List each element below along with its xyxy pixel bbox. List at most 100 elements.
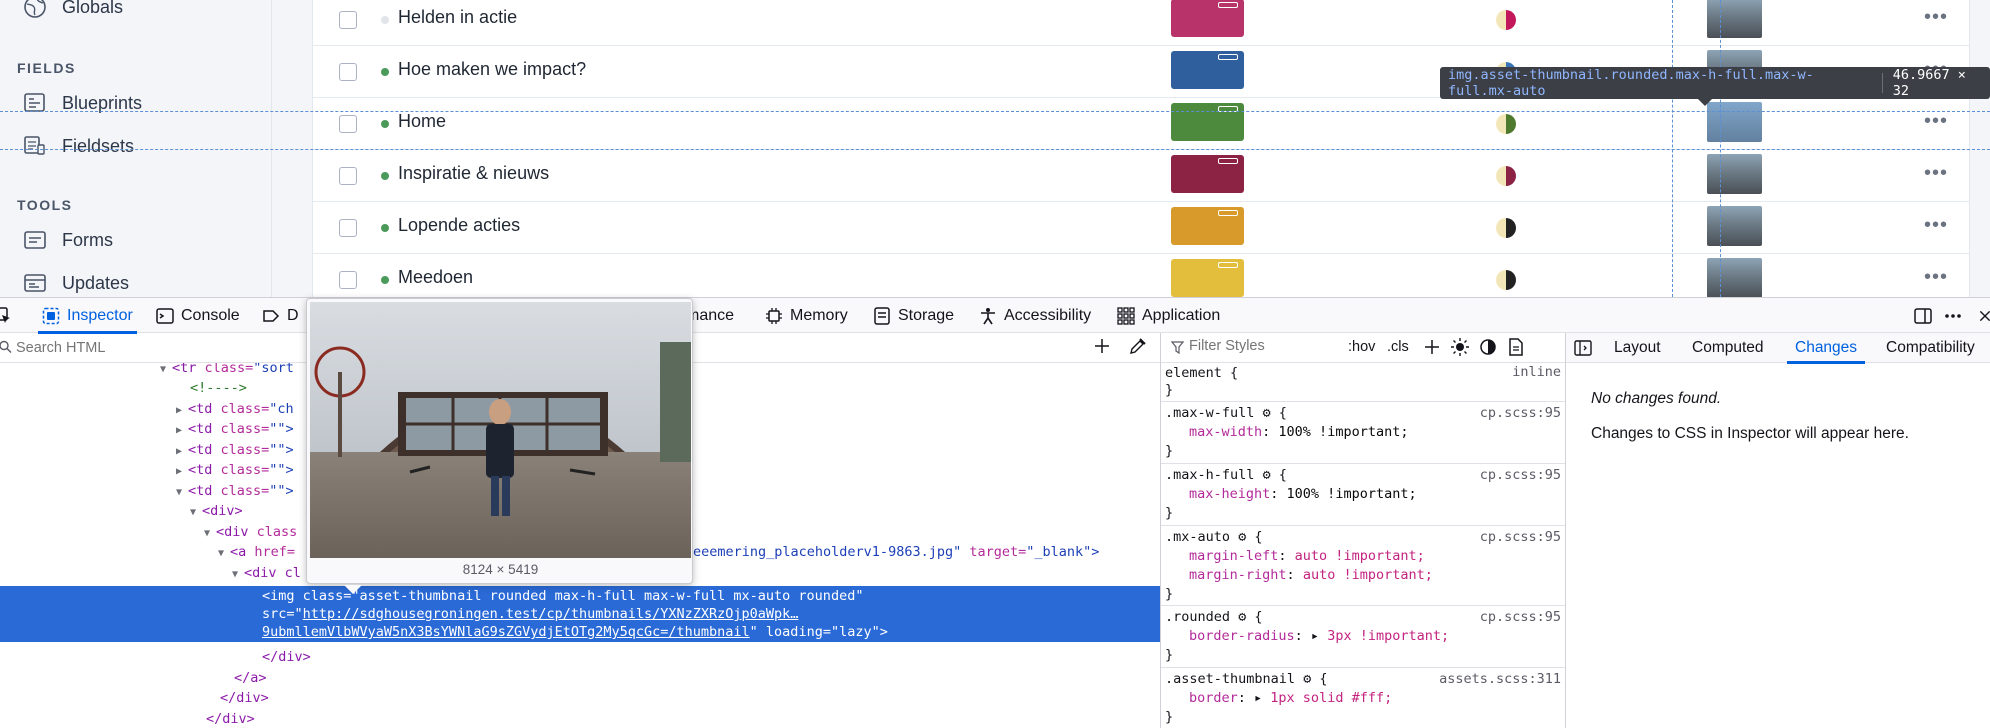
markup-close-div[interactable]: </div> (206, 709, 1160, 728)
asset-thumbnail[interactable] (1706, 101, 1763, 143)
tab-label: mance (686, 306, 735, 324)
sidebar-item-forms[interactable]: Forms (22, 229, 113, 251)
markup-close-div[interactable]: </div> (262, 647, 1160, 667)
table-row[interactable]: Inspiratie & nieuws ••• (313, 150, 1969, 202)
dark-scheme-button[interactable] (1479, 338, 1497, 361)
light-scheme-button[interactable] (1451, 338, 1469, 361)
sidebar-item-fieldsets[interactable]: Fieldsets (22, 135, 134, 157)
devtools-menu-button[interactable] (1944, 298, 1962, 333)
tab-label: Inspector (67, 306, 133, 324)
table-row[interactable]: Helden in actie ••• (313, 0, 1969, 46)
add-rule-button[interactable] (1423, 338, 1441, 361)
tab-debugger[interactable]: D (262, 298, 299, 333)
markup-close-div[interactable]: </div> (220, 688, 1160, 708)
featured-image-thumbnail[interactable] (1171, 155, 1244, 193)
asset-thumbnail[interactable] (1706, 0, 1763, 39)
asset-thumbnail[interactable] (1706, 257, 1763, 297)
rule-rounded[interactable]: .rounded ⚙ { cp.scss:95 border-radius: ▸… (1161, 606, 1565, 668)
markup-close-a[interactable]: </a> (234, 668, 1160, 688)
add-node-button[interactable] (1093, 335, 1111, 362)
tab-accessibility[interactable]: Accessibility (979, 298, 1091, 333)
fields-heading: FIELDS (17, 60, 76, 76)
highlight-guide-left (1672, 0, 1673, 297)
tab-changes[interactable]: Changes (1786, 333, 1866, 364)
asset-thumbnail[interactable] (1706, 153, 1763, 195)
tab-computed[interactable]: Computed (1692, 333, 1764, 363)
tab-compatibility[interactable]: Compatibility (1886, 333, 1975, 363)
print-simulation-button[interactable] (1507, 338, 1525, 361)
table-row[interactable]: Meedoen ••• (313, 254, 1969, 297)
row-actions-button[interactable]: ••• (1924, 266, 1948, 289)
featured-image-thumbnail[interactable] (1171, 51, 1244, 89)
row-checkbox[interactable] (339, 11, 357, 29)
tab-memory[interactable]: Memory (765, 298, 848, 333)
sidebar-item-updates[interactable]: Updates (22, 272, 129, 294)
rule-max-h-full[interactable]: .max-h-full ⚙ { cp.scss:95 max-height: 1… (1161, 464, 1565, 526)
table-row[interactable]: Lopende acties ••• (313, 202, 1969, 254)
row-checkbox[interactable] (339, 167, 357, 185)
markup-a-href-tail[interactable]: eeemering_placeholderv1-9863.jpg" target… (693, 542, 1160, 562)
close-icon (1976, 307, 1990, 325)
row-actions-button[interactable]: ••• (1924, 162, 1948, 185)
highlighter-infobar: img.asset-thumbnail.rounded.max-h-full.m… (1440, 67, 1990, 106)
contrast-icon (1480, 339, 1496, 355)
featured-image-thumbnail[interactable] (1171, 103, 1244, 141)
tab-storage[interactable]: Storage (873, 298, 954, 333)
rule-mx-auto[interactable]: .mx-auto ⚙ { cp.scss:95 margin-left: aut… (1161, 526, 1565, 606)
element-picker-button[interactable] (0, 298, 12, 333)
hov-toggle[interactable]: :hov (1348, 339, 1375, 355)
accessibility-icon (979, 307, 997, 325)
color-swatch-icon (1496, 218, 1516, 238)
row-checkbox[interactable] (339, 115, 357, 133)
row-checkbox[interactable] (339, 63, 357, 81)
row-actions-button[interactable]: ••• (1924, 6, 1948, 29)
dock-side-icon (1914, 307, 1932, 325)
rule-element[interactable]: element { inline } (1161, 363, 1565, 402)
tools-heading: TOOLS (17, 197, 73, 213)
sidebar-item-label: Globals (62, 0, 124, 17)
highlighter-dimensions: 46.9667 × 32 (1892, 67, 1966, 99)
dock-toggle-button[interactable] (1914, 298, 1932, 333)
table-row[interactable]: Home ••• (313, 98, 1969, 150)
pane-splitter[interactable] (1565, 333, 1566, 728)
cls-toggle[interactable]: .cls (1387, 339, 1409, 355)
entry-title-link[interactable]: Helden in actie (398, 7, 517, 28)
status-dot (381, 276, 389, 284)
entry-title-link[interactable]: Home (398, 111, 446, 132)
tab-label: Console (181, 306, 240, 324)
row-checkbox[interactable] (339, 219, 357, 237)
changes-panel: No changes found. Changes to CSS in Insp… (1591, 390, 1909, 443)
toggle-sidebar-button[interactable] (1574, 340, 1592, 361)
rule-asset-thumbnail[interactable]: .asset-thumbnail ⚙ { assets.scss:311 bor… (1161, 668, 1565, 728)
inspector-icon (42, 307, 60, 325)
entry-title-link[interactable]: Meedoen (398, 267, 473, 288)
selected-node-img[interactable]: <img class="asset-thumbnail rounded max-… (0, 586, 1160, 642)
tab-performance[interactable]: mance (686, 298, 734, 333)
featured-image-thumbnail[interactable] (1171, 207, 1244, 245)
storage-icon (873, 306, 891, 325)
featured-image-thumbnail[interactable] (1171, 259, 1244, 297)
sidebar-toggle-icon (1574, 340, 1592, 356)
tab-label: D (287, 306, 299, 324)
row-actions-button[interactable]: ••• (1924, 110, 1948, 133)
tab-inspector[interactable]: Inspector (38, 298, 137, 334)
plus-icon (1425, 340, 1439, 354)
featured-image-thumbnail[interactable] (1171, 0, 1244, 37)
tab-layout[interactable]: Layout (1614, 333, 1661, 363)
rule-max-w-full[interactable]: .max-w-full ⚙ { cp.scss:95 max-width: 10… (1161, 402, 1565, 464)
eyedropper-button[interactable] (1129, 337, 1147, 360)
entry-title-link[interactable]: Inspiratie & nieuws (398, 163, 549, 184)
tab-application[interactable]: Application (1117, 298, 1220, 333)
row-checkbox[interactable] (339, 271, 357, 289)
filter-styles-input[interactable] (1189, 338, 1339, 354)
entry-title-link[interactable]: Lopende acties (398, 215, 520, 236)
tab-console[interactable]: Console (156, 298, 240, 333)
img-src-link[interactable]: http://sdghousegroningen.test/cp/thumbna… (303, 606, 799, 622)
row-actions-button[interactable]: ••• (1924, 214, 1948, 237)
asset-thumbnail[interactable] (1706, 205, 1763, 247)
sidebar-item-globals[interactable]: Globals (22, 0, 123, 18)
img-src-line: src="http://sdghousegroningen.test/cp/th… (262, 606, 799, 622)
devtools-toolbar: Inspector Console D mance Memory Storage… (0, 298, 1990, 334)
close-devtools-button[interactable] (1976, 298, 1990, 333)
entry-title-link[interactable]: Hoe maken we impact? (398, 59, 586, 80)
